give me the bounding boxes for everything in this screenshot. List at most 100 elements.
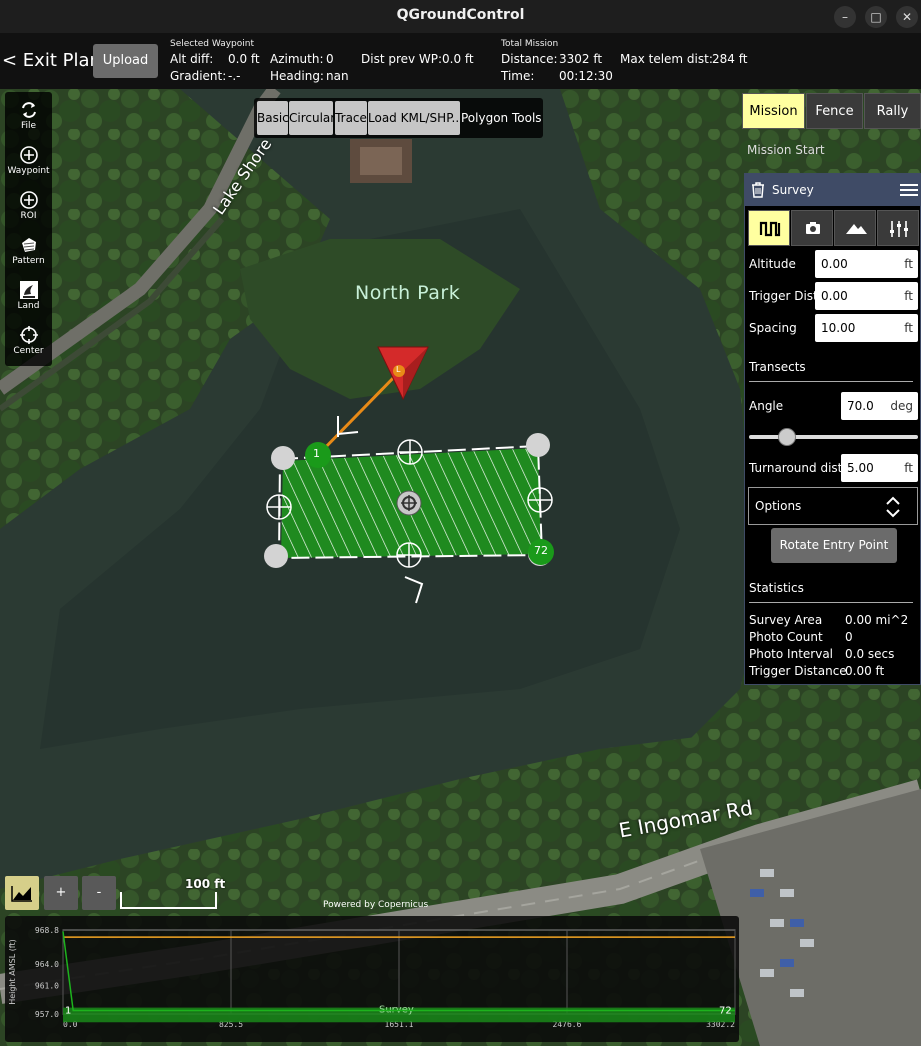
file-tool[interactable]: File — [5, 92, 52, 137]
plus-circle-icon — [19, 191, 38, 209]
heading-value: nan — [326, 69, 349, 83]
polygon-tools-label: Polygon Tools — [461, 111, 541, 125]
max-telem-label: Max telem dist: — [620, 52, 713, 66]
load-kml-button[interactable]: Load KML/SHP... — [368, 101, 460, 135]
survey-tab-camera[interactable] — [791, 210, 833, 246]
hamburger-menu-icon[interactable] — [900, 183, 918, 197]
maximize-button[interactable]: □ — [865, 6, 887, 28]
trigger-dist-value: 0.00 — [821, 289, 848, 303]
angle-slider-thumb[interactable] — [777, 428, 796, 446]
angle-slider[interactable] — [749, 428, 918, 446]
options-label: Options — [755, 499, 802, 513]
waypoint-tool-label: Waypoint — [7, 166, 50, 176]
roi-tool[interactable]: ROI — [5, 182, 52, 227]
plan-tool-strip: File Waypoint ROI Pattern Land Center — [5, 92, 52, 366]
y-tick-label: 968.8 — [35, 926, 59, 935]
vertex-handle[interactable] — [526, 433, 550, 457]
vertex-handle[interactable] — [264, 544, 288, 568]
trigger-dist-unit: ft — [904, 289, 913, 303]
dist-prev-value: 0.0 ft — [442, 52, 474, 66]
tab-mission[interactable]: Mission — [742, 93, 805, 129]
sliders-icon — [890, 221, 908, 237]
tab-rally[interactable]: Rally — [864, 93, 921, 129]
upload-button[interactable]: Upload — [93, 44, 158, 78]
total-mission-heading: Total Mission — [501, 39, 559, 49]
minimize-button[interactable]: – — [834, 6, 856, 28]
polygon-tools-bar: Basic Circular Trace Load KML/SHP... Pol… — [254, 98, 543, 138]
trigger-distance-value: 0.00 ft — [845, 664, 885, 678]
elevation-chart: 0.0 825.5 1651.1 2476.6 3302.2957.0961.0964.… — [8, 926, 736, 1029]
trigger-dist-label: Trigger Dist — [749, 289, 818, 303]
trash-icon[interactable] — [750, 182, 766, 198]
trigger-distance-label: Trigger Distance — [749, 664, 847, 678]
chart-icon — [11, 886, 32, 902]
alt-diff-value: 0.0 ft — [228, 52, 260, 66]
alt-diff-label: Alt diff: — [170, 52, 214, 66]
statistics-divider — [749, 602, 913, 603]
survey-tab-settings[interactable] — [877, 210, 919, 246]
plan-toolbar: < Exit Plan Upload Selected Waypoint Alt… — [0, 33, 921, 89]
file-tool-label: File — [20, 121, 37, 131]
photo-count-label: Photo Count — [749, 630, 823, 644]
zoom-in-button[interactable]: + — [44, 876, 78, 910]
plus-circle-icon — [19, 146, 38, 164]
photo-interval-value: 0.0 secs — [845, 647, 895, 661]
land-tool[interactable]: Land — [5, 272, 52, 317]
gradient-label: Gradient: — [170, 69, 227, 83]
center-tool[interactable]: Center — [5, 317, 52, 362]
close-button[interactable]: ✕ — [896, 6, 918, 28]
turnaround-field[interactable]: 5.00 ft — [841, 454, 918, 482]
altitude-label: Altitude — [749, 257, 796, 271]
waypoint-tool[interactable]: Waypoint — [5, 137, 52, 182]
circular-button[interactable]: Circular — [289, 101, 333, 135]
transects-heading: Transects — [749, 360, 806, 374]
chart-start-label: 1 — [65, 1005, 71, 1016]
survey-tab-grid[interactable] — [748, 210, 790, 246]
azimuth-value: 0 — [326, 52, 334, 66]
turnaround-unit: ft — [904, 461, 913, 475]
altitude-field[interactable]: 0.00 ft — [815, 250, 918, 278]
spacing-label: Spacing — [749, 321, 797, 335]
time-value: 00:12:30 — [559, 69, 613, 83]
plan-tabs: Mission Fence Rally — [742, 93, 921, 130]
grid-icon — [759, 221, 781, 237]
scale-bar — [120, 892, 217, 909]
exit-plan-button[interactable]: < Exit Plan — [2, 50, 101, 71]
survey-tab-terrain[interactable] — [834, 210, 876, 246]
mission-start-item[interactable]: Mission Start — [747, 143, 825, 157]
chart-end-label: 72 — [719, 1005, 732, 1016]
selected-waypoint-heading: Selected Waypoint — [170, 39, 254, 49]
trigger-dist-field[interactable]: 0.00 ft — [815, 282, 918, 310]
survey-title: Survey — [772, 183, 814, 197]
trace-button[interactable]: Trace — [335, 101, 367, 135]
pattern-tool[interactable]: Pattern — [5, 227, 52, 272]
terrain-profile-toggle[interactable] — [5, 876, 39, 910]
survey-editor: Survey Altitude 0.00 ft Trigger Dist 0.0… — [744, 173, 921, 685]
distance-value: 3302 ft — [559, 52, 603, 66]
photo-interval-label: Photo Interval — [749, 647, 833, 661]
heading-label: Heading: — [270, 69, 324, 83]
options-dropdown[interactable]: Options — [748, 487, 918, 525]
y-axis-label: Height AMSL (ft) — [8, 939, 17, 1005]
window-title: QGroundControl — [396, 7, 525, 23]
angle-value: 70.0 — [847, 399, 874, 413]
land-tool-label: Land — [17, 301, 40, 311]
basic-button[interactable]: Basic — [257, 101, 288, 135]
angle-unit: deg — [890, 399, 913, 413]
turnaround-label: Turnaround dist — [749, 461, 843, 475]
rotate-entry-point-button[interactable]: Rotate Entry Point — [771, 528, 897, 563]
pattern-icon — [21, 238, 36, 252]
land-marker-letter: L — [396, 365, 401, 374]
time-label: Time: — [501, 69, 535, 83]
chevron-up-down-icon — [886, 496, 900, 518]
tab-fence[interactable]: Fence — [806, 93, 863, 129]
spacing-field[interactable]: 10.00 ft — [815, 314, 918, 342]
survey-area-label: Survey Area — [749, 613, 823, 627]
title-bar: QGroundControl – □ ✕ — [0, 0, 921, 33]
turnaround-value: 5.00 — [847, 461, 874, 475]
angle-label: Angle — [749, 399, 784, 413]
angle-field[interactable]: 70.0 deg — [841, 392, 918, 420]
zoom-out-button[interactable]: - — [82, 876, 116, 910]
vertex-handle[interactable] — [271, 446, 295, 470]
y-tick-label: 961.0 — [35, 982, 59, 991]
